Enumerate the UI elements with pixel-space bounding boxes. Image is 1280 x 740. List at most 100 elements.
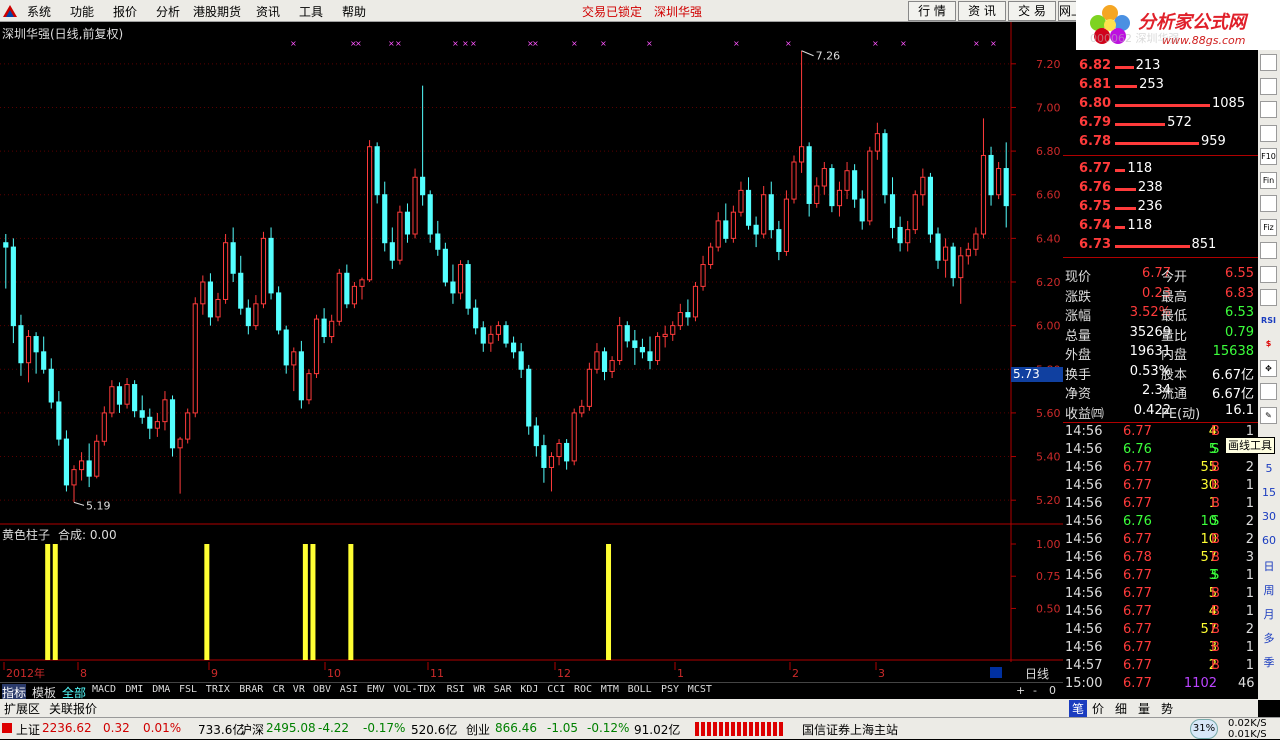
ask-volume-bar bbox=[1115, 123, 1166, 126]
indicator-tab-10[interactable]: VR bbox=[293, 684, 305, 695]
indicator-tab-14[interactable]: VOL-TDX bbox=[393, 684, 435, 695]
candle bbox=[71, 465, 77, 503]
money-icon[interactable]: $ bbox=[1260, 336, 1277, 353]
tab-related-quotes[interactable]: 关联报价 bbox=[49, 700, 97, 717]
line-icon[interactable] bbox=[1260, 77, 1277, 95]
stock-link[interactable]: 深圳华强 bbox=[654, 3, 702, 20]
zoom-in-button[interactable]: + bbox=[1016, 684, 1025, 697]
menu-hk-futures[interactable]: 港股期货 bbox=[193, 3, 241, 20]
indicator-tab-12[interactable]: ASI bbox=[340, 684, 358, 695]
detail-tab-2[interactable]: 细 bbox=[1115, 700, 1127, 717]
fiz-icon[interactable]: Fiz bbox=[1260, 218, 1277, 236]
report-icon[interactable] bbox=[1260, 265, 1277, 283]
tick-price: 6.77 bbox=[1123, 640, 1152, 655]
candle bbox=[579, 399, 585, 418]
chart-icon[interactable] bbox=[1260, 54, 1277, 71]
period-button-9[interactable]: 季 bbox=[1258, 654, 1280, 670]
sz-pct: -0.17% bbox=[363, 721, 406, 735]
tick-time: 14:57 bbox=[1065, 658, 1103, 673]
indicator-tab-8[interactable]: BRAR bbox=[239, 684, 263, 695]
period-label[interactable]: 日线 bbox=[1025, 665, 1049, 682]
tick-time: 14:56 bbox=[1065, 478, 1103, 493]
period-button-7[interactable]: 月 bbox=[1258, 606, 1280, 622]
flow-icon[interactable] bbox=[1260, 289, 1277, 306]
period-button-1[interactable]: 5 bbox=[1258, 462, 1280, 475]
menu-quote[interactable]: 报价 bbox=[113, 3, 137, 20]
indicator-tab-5[interactable]: DMA bbox=[152, 684, 170, 695]
candle-icon[interactable] bbox=[1260, 124, 1277, 142]
detail-tab-3[interactable]: 量 bbox=[1138, 700, 1150, 717]
period-button-8[interactable]: 多 bbox=[1258, 630, 1280, 646]
candle bbox=[685, 299, 691, 326]
trade-lock-status[interactable]: 交易已锁定 bbox=[582, 3, 642, 20]
indicator-tab-18[interactable]: KDJ bbox=[520, 684, 538, 695]
period-button-6[interactable]: 周 bbox=[1258, 582, 1280, 598]
indicator-tab-13[interactable]: EMV bbox=[367, 684, 385, 695]
indicator-tab-19[interactable]: CCI bbox=[547, 684, 565, 695]
menu-system[interactable]: 系统 bbox=[27, 3, 51, 20]
zoom-reset-button[interactable]: 0 bbox=[1049, 684, 1056, 697]
sub-tick: 1.00 bbox=[1036, 538, 1061, 551]
indicator-tab-11[interactable]: OBV bbox=[313, 684, 331, 695]
detail-tab-0[interactable]: 笔 bbox=[1069, 700, 1088, 717]
menu-help[interactable]: 帮助 bbox=[342, 3, 366, 20]
indicator-tab-21[interactable]: MTM bbox=[601, 684, 619, 695]
f10-icon[interactable]: F10 bbox=[1260, 148, 1277, 165]
indicator-tab-4[interactable]: DMI bbox=[125, 684, 143, 695]
indicator-tab-22[interactable]: BOLL bbox=[628, 684, 652, 695]
indicator-tab-3[interactable]: MACD bbox=[92, 684, 116, 695]
scroll-handle[interactable] bbox=[990, 667, 1002, 678]
indicator-tab-20[interactable]: ROC bbox=[574, 684, 592, 695]
bid-volume-bar bbox=[1115, 245, 1190, 248]
period-button-4[interactable]: 60 bbox=[1258, 534, 1280, 547]
period-button-2[interactable]: 15 bbox=[1258, 486, 1280, 499]
tab-trade[interactable]: 交 易 bbox=[1008, 1, 1056, 21]
candle bbox=[556, 439, 562, 466]
menu-analysis[interactable]: 分析 bbox=[156, 3, 180, 20]
tick-time: 14:56 bbox=[1065, 568, 1103, 583]
ratio-icon[interactable] bbox=[1260, 242, 1277, 259]
indicator-tab-24[interactable]: MCST bbox=[688, 684, 712, 695]
menu-tools[interactable]: 工具 bbox=[299, 3, 323, 20]
kline-chart[interactable]: 7.265.19 7.207.006.806.606.406.206.005.8… bbox=[0, 22, 1063, 682]
bid-price: 6.73 bbox=[1079, 237, 1112, 252]
candle bbox=[647, 336, 653, 370]
indicator-tab-17[interactable]: SAR bbox=[494, 684, 512, 695]
candle bbox=[162, 391, 168, 431]
zoom-out-button[interactable]: - bbox=[1033, 684, 1037, 697]
ask-volume: 959 bbox=[1200, 134, 1226, 149]
chart-title: 深圳华强(日线,前复权) bbox=[2, 27, 124, 41]
draw-icon[interactable]: ✎ bbox=[1260, 406, 1277, 424]
trend-icon[interactable] bbox=[1260, 101, 1277, 118]
tick-side: S bbox=[1211, 514, 1220, 529]
detail-tab-4[interactable]: 势 bbox=[1161, 700, 1173, 717]
indicator-tab-9[interactable]: CR bbox=[273, 684, 285, 695]
period-button-3[interactable]: 30 bbox=[1258, 510, 1280, 523]
plus-icon[interactable] bbox=[1260, 383, 1277, 400]
indicator-tab-6[interactable]: FSL bbox=[179, 684, 197, 695]
candle bbox=[639, 338, 646, 359]
fin-icon[interactable]: Fin bbox=[1260, 171, 1277, 189]
rsi-icon[interactable]: RSI bbox=[1260, 313, 1277, 330]
tick-time: 15:00 bbox=[1065, 676, 1103, 691]
menu-function[interactable]: 功能 bbox=[70, 3, 94, 20]
move-icon[interactable]: ✥ bbox=[1260, 359, 1277, 377]
candle bbox=[132, 380, 138, 418]
ask-volume: 1085 bbox=[1212, 96, 1246, 111]
tab-extension[interactable]: 扩展区 bbox=[4, 700, 40, 717]
period-button-5[interactable]: 日 bbox=[1258, 558, 1280, 574]
tick-time: 14:56 bbox=[1065, 586, 1103, 601]
indicator-tab-16[interactable]: WR bbox=[473, 684, 485, 695]
indicator-tab-23[interactable]: PSY bbox=[661, 684, 679, 695]
tab-market[interactable]: 行 情 bbox=[908, 1, 956, 21]
broker-name[interactable]: 国信证券上海主站 bbox=[802, 721, 898, 738]
tab-info[interactable]: 资 讯 bbox=[958, 1, 1006, 21]
time-tick: 2012年 bbox=[6, 666, 45, 680]
indicator-tab-7[interactable]: TRIX bbox=[206, 684, 230, 695]
indicator-tab-15[interactable]: RSI bbox=[447, 684, 465, 695]
menu-info[interactable]: 资讯 bbox=[256, 3, 280, 20]
detail-tab-1[interactable]: 价 bbox=[1092, 700, 1104, 717]
quote-label: 总量 bbox=[1065, 328, 1092, 344]
candle bbox=[18, 314, 24, 376]
doc-icon[interactable] bbox=[1260, 195, 1277, 212]
